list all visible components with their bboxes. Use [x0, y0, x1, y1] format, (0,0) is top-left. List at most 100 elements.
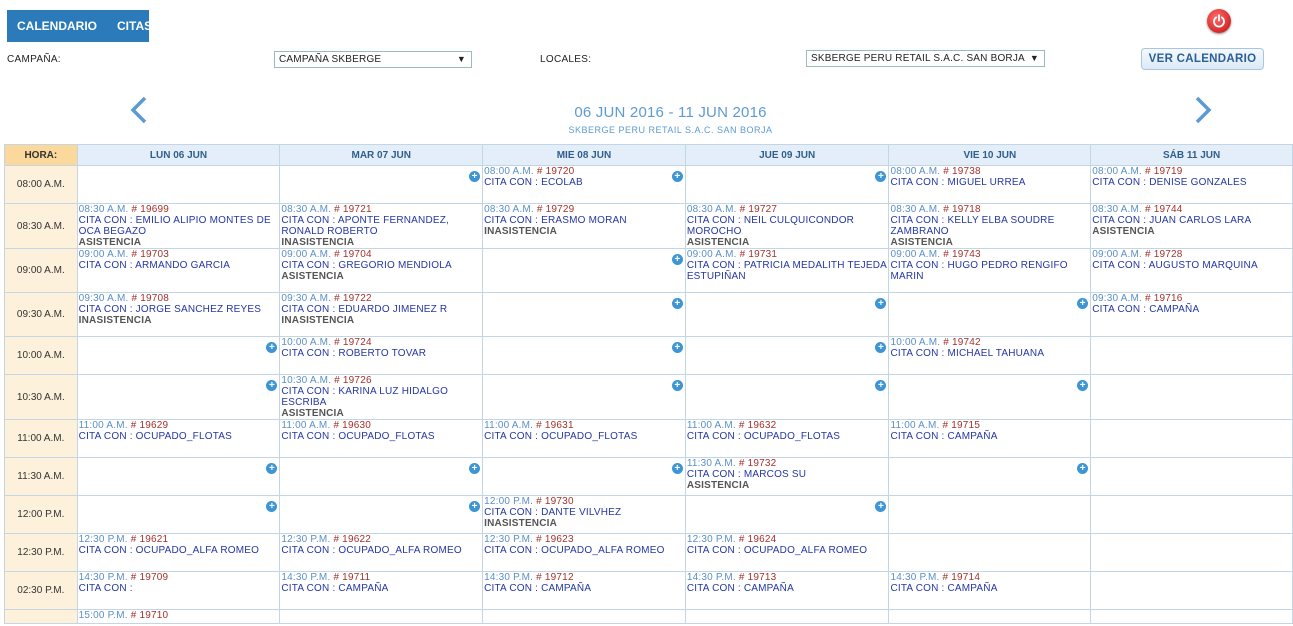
slot-cell[interactable]: +: [76, 336, 281, 375]
add-appointment-icon[interactable]: +: [875, 342, 887, 353]
slot-cell[interactable]: +: [279, 495, 484, 534]
slot-cell[interactable]: 15:00 P.M. # 19710: [76, 609, 281, 624]
appointment[interactable]: 08:30 A.M. # 19729 CITA CON : ERASMO MORA…: [484, 205, 685, 238]
campaign-select[interactable]: CAMPAÑA SKBERGE ▼: [274, 51, 472, 68]
slot-cell[interactable]: 10:00 A.M. # 19724 CITA CON : ROBERTO TOV…: [279, 336, 484, 375]
slot-cell[interactable]: [1090, 374, 1293, 420]
slot-cell[interactable]: 11:00 A.M. # 19631 CITA CON : OCUPADO_FLO…: [482, 419, 686, 458]
appointment[interactable]: 09:00 A.M. # 19703 CITA CON : ARMANDO GAR…: [78, 250, 279, 272]
appointment[interactable]: 14:30 P.M. # 19712 CITA CON : CAMPAÑA: [484, 573, 685, 595]
add-appointment-icon[interactable]: +: [875, 501, 887, 512]
add-appointment-icon[interactable]: +: [671, 463, 683, 474]
appointment[interactable]: 12:30 P.M. # 19623 CITA CON : OCUPADO_ALF…: [484, 535, 685, 557]
slot-cell[interactable]: 08:30 A.M. # 19727 CITA CON : NEIL CULQUI…: [684, 203, 890, 249]
slot-cell[interactable]: [1090, 419, 1293, 458]
slot-cell[interactable]: +: [888, 374, 1092, 420]
slot-cell[interactable]: 11:00 A.M. # 19629 CITA CON : OCUPADO_FLO…: [76, 419, 281, 458]
slot-cell[interactable]: 12:00 P.M. # 19730 CITA CON : DANTE VILVH…: [482, 495, 686, 534]
slot-cell[interactable]: +: [684, 495, 890, 534]
add-appointment-icon[interactable]: +: [266, 342, 278, 353]
appointment[interactable]: 09:30 A.M. # 19722 CITA CON : EDUARDO JIM…: [281, 294, 482, 327]
slot-cell[interactable]: 14:30 P.M. # 19712 CITA CON : CAMPAÑA: [482, 571, 686, 610]
slot-cell[interactable]: [1090, 457, 1293, 496]
add-appointment-icon[interactable]: +: [875, 380, 887, 391]
appointment[interactable]: 09:00 A.M. # 19743 CITA CON : HUGO PEDRO …: [890, 250, 1090, 283]
slot-cell[interactable]: 11:00 A.M. # 19715 CITA CON : CAMPAÑA: [888, 419, 1092, 458]
slot-cell[interactable]: +: [888, 457, 1092, 496]
add-appointment-icon[interactable]: +: [671, 342, 683, 353]
appointment[interactable]: 14:30 P.M. # 19714 CITA CON : CAMPAÑA: [890, 573, 1090, 595]
appointment[interactable]: 08:30 A.M. # 19721 CITA CON : APONTE FERN…: [281, 205, 482, 248]
add-appointment-icon[interactable]: +: [1077, 380, 1089, 391]
appointment[interactable]: 11:00 A.M. # 19630 CITA CON : OCUPADO_FLO…: [281, 421, 482, 443]
slot-cell[interactable]: +: [888, 292, 1092, 337]
slot-cell[interactable]: +: [684, 336, 890, 375]
slot-cell[interactable]: 08:30 A.M. # 19699 CITA CON : EMILIO ALIP…: [76, 203, 281, 249]
slot-cell[interactable]: 12:30 P.M. # 19624 CITA CON : OCUPADO_ALF…: [684, 533, 890, 572]
slot-cell[interactable]: +: [684, 374, 890, 420]
slot-cell[interactable]: 09:30 A.M. # 19716 CITA CON : CAMPAÑA: [1090, 292, 1293, 337]
appointment[interactable]: 09:00 A.M. # 19731 CITA CON : PATRICIA ME…: [686, 250, 888, 283]
slot-cell[interactable]: +: [684, 165, 890, 204]
slot-cell[interactable]: 12:30 P.M. # 19623 CITA CON : OCUPADO_ALF…: [482, 533, 686, 572]
add-appointment-icon[interactable]: +: [875, 298, 887, 309]
slot-cell[interactable]: 11:30 A.M. # 19732 CITA CON : MARCOS SU AS…: [684, 457, 890, 496]
slot-cell[interactable]: 12:30 P.M. # 19621 CITA CON : OCUPADO_ALF…: [76, 533, 281, 572]
appointment[interactable]: 11:00 A.M. # 19715 CITA CON : CAMPAÑA: [890, 421, 1090, 443]
slot-cell[interactable]: [1090, 495, 1293, 534]
slot-cell[interactable]: +: [482, 248, 686, 293]
slot-cell[interactable]: [684, 609, 890, 624]
slot-cell[interactable]: 08:00 A.M. # 19738 CITA CON : MIGUEL URRE…: [888, 165, 1092, 204]
add-appointment-icon[interactable]: +: [875, 171, 887, 182]
add-appointment-icon[interactable]: +: [671, 298, 683, 309]
appointment[interactable]: 15:00 P.M. # 19710: [78, 611, 279, 622]
tab-citas[interactable]: CITAS: [107, 19, 162, 33]
slot-cell[interactable]: 14:30 P.M. # 19709 CITA CON :: [76, 571, 281, 610]
appointment[interactable]: 08:00 A.M. # 19719 CITA CON : DENISE GONZ…: [1092, 167, 1292, 189]
slot-cell[interactable]: +: [279, 165, 484, 204]
slot-cell[interactable]: 14:30 P.M. # 19713 CITA CON : CAMPAÑA: [684, 571, 890, 610]
slot-cell[interactable]: [1090, 336, 1293, 375]
appointment[interactable]: 12:30 P.M. # 19622 CITA CON : OCUPADO_ALF…: [281, 535, 482, 557]
slot-cell[interactable]: [279, 609, 484, 624]
slot-cell[interactable]: +: [76, 495, 281, 534]
slot-cell[interactable]: +: [684, 292, 890, 337]
ver-calendario-button[interactable]: VER CALENDARIO: [1141, 48, 1264, 70]
appointment[interactable]: 08:00 A.M. # 19720 CITA CON : ECOLAB: [484, 167, 685, 189]
power-icon[interactable]: [1207, 9, 1231, 33]
add-appointment-icon[interactable]: +: [469, 463, 481, 474]
add-appointment-icon[interactable]: +: [266, 463, 278, 474]
slot-cell[interactable]: 12:30 P.M. # 19622 CITA CON : OCUPADO_ALF…: [279, 533, 484, 572]
slot-cell[interactable]: 09:00 A.M. # 19743 CITA CON : HUGO PEDRO …: [888, 248, 1092, 293]
slot-cell[interactable]: [1090, 609, 1293, 624]
tab-calendario[interactable]: CALENDARIO: [7, 19, 107, 33]
appointment[interactable]: 08:30 A.M. # 19727 CITA CON : NEIL CULQUI…: [686, 205, 888, 248]
add-appointment-icon[interactable]: +: [469, 501, 481, 512]
slot-cell[interactable]: 08:30 A.M. # 19718 CITA CON : KELLY ELBA …: [888, 203, 1092, 249]
add-appointment-icon[interactable]: +: [469, 171, 481, 182]
slot-cell[interactable]: [888, 533, 1092, 572]
appointment[interactable]: 09:30 A.M. # 19716 CITA CON : CAMPAÑA: [1092, 294, 1292, 316]
slot-cell[interactable]: 09:30 A.M. # 19722 CITA CON : EDUARDO JIM…: [279, 292, 484, 337]
slot-cell[interactable]: 08:00 A.M. # 19719 CITA CON : DENISE GONZ…: [1090, 165, 1293, 204]
add-appointment-icon[interactable]: +: [266, 380, 278, 391]
appointment[interactable]: 10:00 A.M. # 19724 CITA CON : ROBERTO TOV…: [281, 338, 482, 360]
slot-cell[interactable]: 10:00 A.M. # 19742 CITA CON : MICHAEL TAH…: [888, 336, 1092, 375]
slot-cell[interactable]: 09:30 A.M. # 19708 CITA CON : JORGE SANCH…: [76, 292, 281, 337]
appointment[interactable]: 14:30 P.M. # 19713 CITA CON : CAMPAÑA: [686, 573, 888, 595]
slot-cell[interactable]: 14:30 P.M. # 19714 CITA CON : CAMPAÑA: [888, 571, 1092, 610]
slot-cell[interactable]: +: [482, 457, 686, 496]
slot-cell[interactable]: +: [76, 457, 281, 496]
appointment[interactable]: 08:30 A.M. # 19718 CITA CON : KELLY ELBA …: [890, 205, 1090, 248]
appointment[interactable]: 11:00 A.M. # 19629 CITA CON : OCUPADO_FLO…: [78, 421, 279, 443]
add-appointment-icon[interactable]: +: [266, 501, 278, 512]
appointment[interactable]: 12:00 P.M. # 19730 CITA CON : DANTE VILVH…: [484, 497, 685, 530]
slot-cell[interactable]: 08:30 A.M. # 19721 CITA CON : APONTE FERN…: [279, 203, 484, 249]
slot-cell[interactable]: +: [482, 292, 686, 337]
slot-cell[interactable]: [888, 609, 1092, 624]
slot-cell[interactable]: [482, 609, 686, 624]
add-appointment-icon[interactable]: +: [671, 171, 683, 182]
slot-cell[interactable]: 09:00 A.M. # 19731 CITA CON : PATRICIA ME…: [684, 248, 890, 293]
slot-cell[interactable]: [888, 495, 1092, 534]
appointment[interactable]: 09:00 A.M. # 19704 CITA CON : GREGORIO ME…: [281, 250, 482, 283]
